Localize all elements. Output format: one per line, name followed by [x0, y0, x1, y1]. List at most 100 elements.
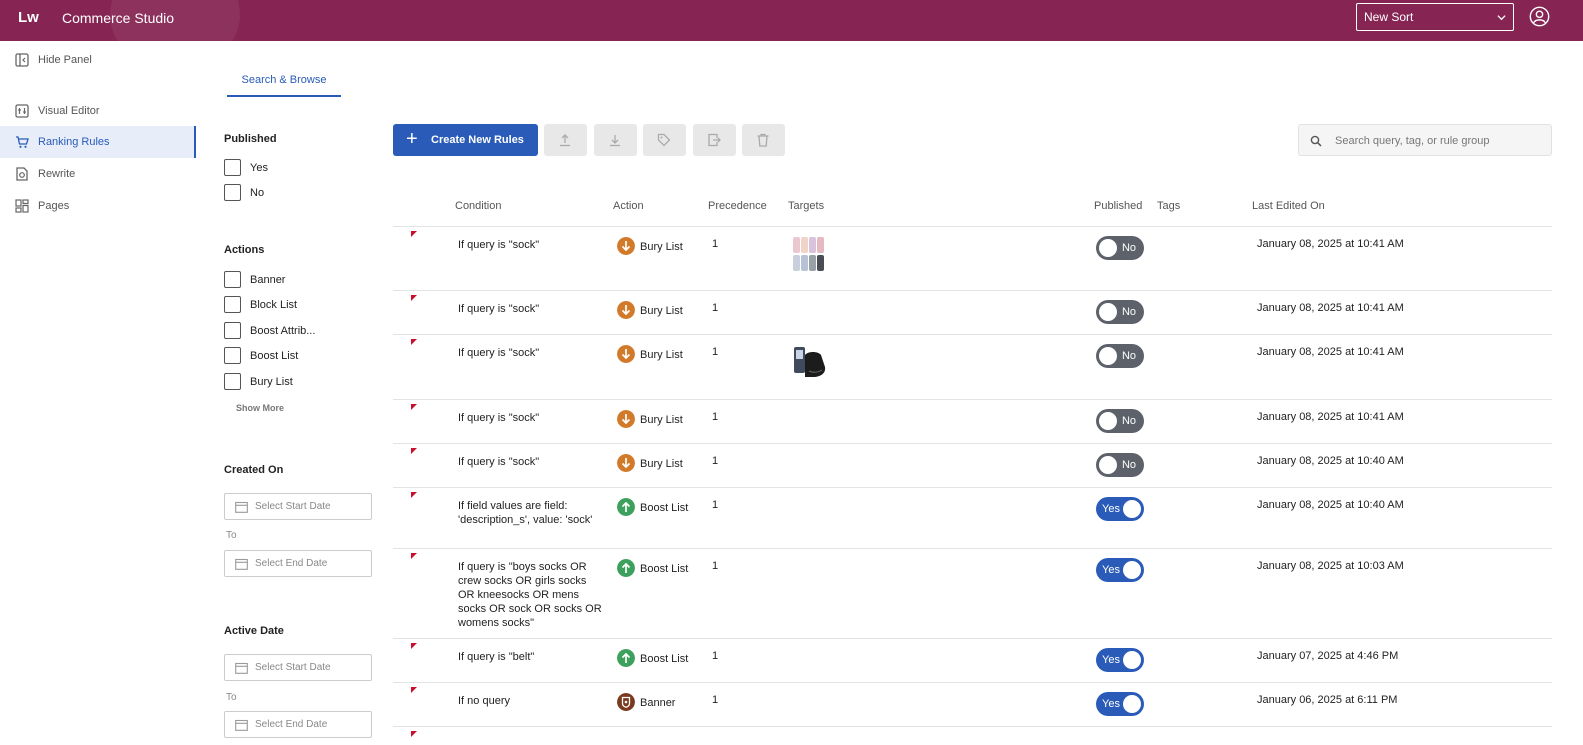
hide-panel-button[interactable]: Hide Panel: [0, 44, 196, 76]
bury-arrow-icon: [617, 454, 635, 472]
checkbox-label: Boost List: [250, 350, 299, 362]
calendar-icon: [235, 501, 248, 513]
published-toggle[interactable]: Yes: [1096, 497, 1144, 521]
toggle-label: Yes: [1102, 654, 1120, 666]
toggle-knob: [1099, 239, 1117, 257]
column-header-precedence[interactable]: Precedence: [708, 200, 767, 212]
action-label: Bury List: [640, 241, 683, 253]
toggle-label: Yes: [1102, 564, 1120, 576]
created-end-date-input[interactable]: Select End Date: [224, 550, 372, 577]
published-toggle[interactable]: No: [1096, 344, 1144, 368]
sidebar-item-pages[interactable]: Pages: [0, 190, 196, 222]
condition-cell: If field values are field: 'description_…: [458, 500, 593, 526]
checkbox[interactable]: [224, 296, 241, 313]
row-flag-icon: [411, 643, 417, 649]
condition-cell: If query is "sock": [458, 456, 540, 468]
sidebar-item-rewrite[interactable]: Rewrite: [0, 158, 196, 190]
published-toggle[interactable]: Yes: [1096, 648, 1144, 672]
table-row[interactable]: If query is "boys socks OR crew socks OR…: [393, 549, 1552, 639]
tab-search-browse[interactable]: Search & Browse: [227, 66, 341, 97]
sidebar-item-visual-editor[interactable]: Visual Editor: [0, 95, 196, 127]
column-header-condition[interactable]: Condition: [455, 200, 501, 212]
column-header-targets[interactable]: Targets: [788, 200, 824, 212]
sidebar-item-ranking-rules[interactable]: Ranking Rules: [0, 126, 196, 158]
app-title: Commerce Studio: [62, 10, 175, 26]
move-button[interactable]: [693, 124, 736, 156]
slipper-sock-product-thumbnail[interactable]: [791, 343, 829, 381]
published-toggle[interactable]: No: [1096, 453, 1144, 477]
row-flag-icon: [411, 553, 417, 559]
action-label: Bury List: [640, 458, 683, 470]
tag-icon: [657, 133, 671, 147]
last-edited-cell: January 08, 2025 at 10:40 AM: [1257, 499, 1404, 511]
table-row[interactable]: [393, 727, 1552, 745]
row-flag-icon: [411, 687, 417, 693]
published-toggle[interactable]: No: [1096, 300, 1144, 324]
checkbox-label: Banner: [250, 274, 286, 286]
upload-button[interactable]: [544, 124, 587, 156]
table-row[interactable]: If query is "belt" Boost List 1 Yes Janu…: [393, 639, 1552, 683]
published-toggle[interactable]: Yes: [1096, 692, 1144, 716]
precedence-cell: 1: [712, 560, 719, 572]
bury-arrow-icon: [617, 301, 635, 319]
published-toggle[interactable]: No: [1096, 236, 1144, 260]
delete-button[interactable]: [742, 124, 785, 156]
active-end-date-input[interactable]: Select End Date: [224, 711, 372, 738]
boost-arrow-icon: [617, 559, 635, 577]
published-toggle[interactable]: Yes: [1096, 558, 1144, 582]
toggle-knob: [1099, 412, 1117, 430]
table-row[interactable]: If query is "sock" Bury List 1 No Januar…: [393, 335, 1552, 400]
published-toggle[interactable]: No: [1096, 409, 1144, 433]
tag-button[interactable]: [643, 124, 686, 156]
toggle-knob: [1123, 500, 1141, 518]
active-start-date-input[interactable]: Select Start Date: [224, 654, 372, 681]
checkbox[interactable]: [224, 159, 241, 176]
table-row[interactable]: If query is "sock" Bury List 1 No Januar…: [393, 444, 1552, 488]
precedence-cell: 1: [712, 411, 719, 423]
sock-product-thumbnail[interactable]: [791, 235, 829, 273]
column-header-tags[interactable]: Tags: [1157, 200, 1180, 212]
sort-select[interactable]: New Sort: [1356, 3, 1514, 31]
user-avatar-icon[interactable]: [1529, 6, 1550, 27]
table-row[interactable]: If field values are field: 'description_…: [393, 488, 1552, 549]
column-header-last-edited[interactable]: Last Edited On: [1252, 200, 1325, 212]
created-start-date-input[interactable]: Select Start Date: [224, 493, 372, 520]
condition-cell: If query is "sock": [458, 303, 540, 315]
app-logo[interactable]: Lw: [18, 9, 39, 26]
toggle-label: No: [1121, 306, 1136, 318]
last-edited-cell: January 08, 2025 at 10:41 AM: [1257, 238, 1404, 250]
date-placeholder: Select End Date: [255, 719, 328, 730]
filter-active-date-title: Active Date: [224, 625, 284, 637]
condition-cell: If no query: [458, 695, 510, 707]
column-header-published[interactable]: Published: [1094, 200, 1142, 212]
last-edited-cell: January 06, 2025 at 6:11 PM: [1257, 694, 1398, 706]
last-edited-cell: January 08, 2025 at 10:03 AM: [1257, 560, 1404, 572]
checkbox[interactable]: [224, 347, 241, 364]
precedence-cell: 1: [712, 238, 719, 250]
checkbox[interactable]: [224, 373, 241, 390]
condition-cell: If query is "sock": [458, 347, 540, 359]
search-input[interactable]: Search query, tag, or rule group: [1298, 124, 1552, 156]
download-button[interactable]: [594, 124, 637, 156]
download-icon: [610, 135, 620, 147]
toggle-label: Yes: [1102, 503, 1120, 515]
toggle-label: No: [1121, 459, 1136, 471]
checkbox-label: Yes: [250, 162, 268, 174]
condition-cell: If query is "sock": [458, 239, 540, 251]
checkbox[interactable]: [224, 271, 241, 288]
table-row[interactable]: If query is "sock" Bury List 1 No Januar…: [393, 226, 1552, 291]
show-more-link[interactable]: Show More: [236, 403, 284, 413]
bury-arrow-icon: [617, 345, 635, 363]
create-new-rules-button[interactable]: + Create New Rules: [393, 124, 538, 156]
action-label: Banner: [640, 697, 676, 709]
table-row[interactable]: If query is "sock" Bury List 1 No Januar…: [393, 400, 1552, 444]
table-row[interactable]: If no query Banner 1 Yes January 06, 202…: [393, 683, 1552, 727]
sidebar-item-label: Rewrite: [38, 168, 76, 180]
column-header-action[interactable]: Action: [613, 200, 644, 212]
table-row[interactable]: If query is "sock" Bury List 1 No Januar…: [393, 291, 1552, 335]
checkbox[interactable]: [224, 184, 241, 201]
checkbox[interactable]: [224, 322, 241, 339]
rewrite-icon: [16, 167, 28, 181]
condition-cell: If query is "sock": [458, 412, 540, 424]
row-flag-icon: [411, 448, 417, 454]
